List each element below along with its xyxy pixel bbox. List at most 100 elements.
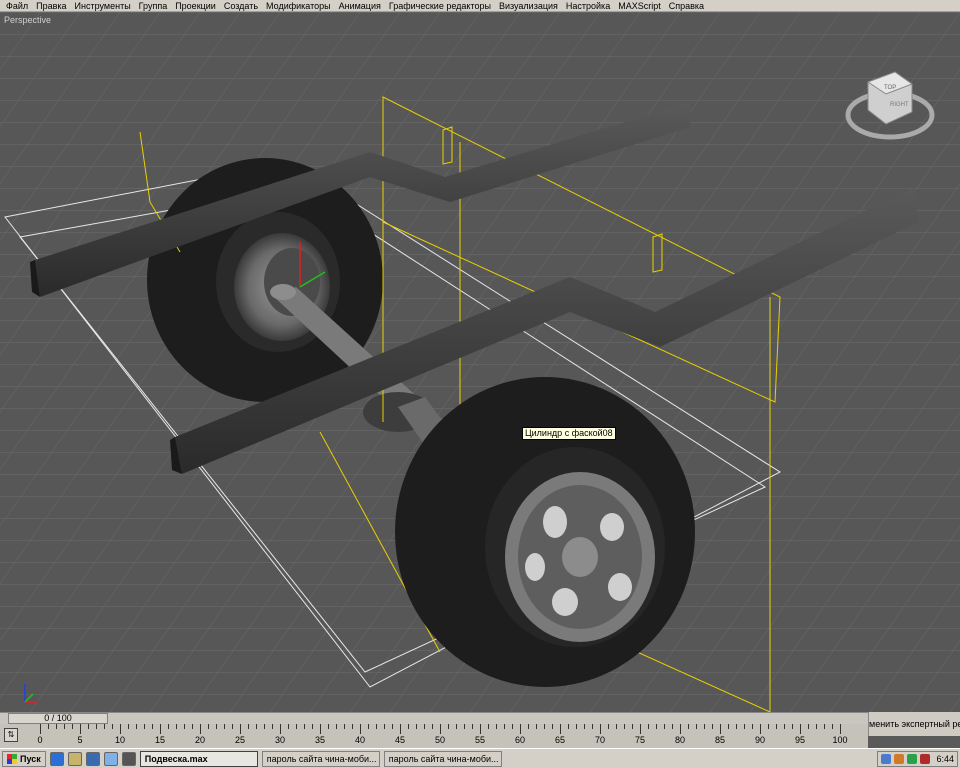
ruler-tick xyxy=(376,724,377,729)
ruler-label: 20 xyxy=(194,735,206,745)
ruler-tick xyxy=(824,724,825,729)
ruler-label: 10 xyxy=(114,735,126,745)
ruler-tick xyxy=(304,724,305,729)
folder-icon[interactable] xyxy=(67,751,82,766)
ruler-tick xyxy=(40,724,41,734)
ruler-label: 95 xyxy=(794,735,806,745)
system-tray: 6:44 xyxy=(877,751,958,767)
ruler-label: 60 xyxy=(514,735,526,745)
desktop-icon[interactable] xyxy=(103,751,118,766)
ruler-tick xyxy=(560,724,561,734)
viewport-label[interactable]: Perspective xyxy=(4,15,51,25)
ruler-tick xyxy=(688,724,689,729)
ie-icon[interactable] xyxy=(49,751,64,766)
ruler-tick xyxy=(568,724,569,729)
save-icon[interactable] xyxy=(85,751,100,766)
menu-item-2[interactable]: Инструменты xyxy=(71,0,135,12)
ruler-tick xyxy=(432,724,433,729)
time-slider[interactable]: 0 / 100 xyxy=(8,713,108,724)
ruler-tick xyxy=(656,724,657,729)
ruler-tick xyxy=(736,724,737,729)
ruler-tick xyxy=(800,724,801,734)
ruler-tick xyxy=(152,724,153,729)
frame-ruler[interactable]: 0 5 10 15 20 25 30 35 40 45 50 55 60 65 70 75 80 85 90 95 10… xyxy=(37,724,868,748)
ruler-tick xyxy=(216,724,217,729)
menu-item-3[interactable]: Группа xyxy=(135,0,172,12)
security-icon[interactable] xyxy=(907,754,918,764)
ruler-tick xyxy=(592,724,593,729)
ruler-tick xyxy=(672,724,673,729)
perspective-viewport[interactable]: Perspective TOP RIGHT Цилиндр с фаской08 xyxy=(0,12,960,712)
ruler-tick xyxy=(488,724,489,729)
ruler-tick xyxy=(648,724,649,729)
menu-item-0[interactable]: Файл xyxy=(2,0,32,12)
ruler-tick xyxy=(320,724,321,734)
ruler-tick xyxy=(368,724,369,729)
ruler-tick xyxy=(240,724,241,734)
ruler-label: 50 xyxy=(434,735,446,745)
ruler-label: 25 xyxy=(234,735,246,745)
menu-item-6[interactable]: Модификаторы xyxy=(262,0,335,12)
ruler-tick xyxy=(792,724,793,729)
menu-item-7[interactable]: Анимация xyxy=(335,0,385,12)
ruler-tick xyxy=(752,724,753,729)
menu-item-8[interactable]: Графические редакторы xyxy=(385,0,495,12)
ruler-tick xyxy=(440,724,441,734)
ruler-tick xyxy=(712,724,713,729)
ruler-tick xyxy=(624,724,625,729)
ruler-tick xyxy=(744,724,745,729)
start-label: Пуск xyxy=(20,753,41,764)
menu-item-4[interactable]: Проекции xyxy=(171,0,220,12)
object-tooltip: Цилиндр с фаской08 xyxy=(522,427,616,440)
ruler-tick xyxy=(88,724,89,729)
ruler-tick xyxy=(464,724,465,729)
track-bar-toggle-icon[interactable]: ⇅ xyxy=(4,728,18,742)
ruler-tick xyxy=(608,724,609,729)
ruler-tick xyxy=(200,724,201,734)
ruler-tick xyxy=(616,724,617,729)
windows-logo-icon xyxy=(7,753,17,764)
front-wheel xyxy=(395,377,695,687)
ruler-tick xyxy=(408,724,409,729)
menu-item-1[interactable]: Правка xyxy=(32,0,70,12)
ruler-tick xyxy=(224,724,225,729)
ruler-label: 55 xyxy=(474,735,486,745)
menu-item-10[interactable]: Настройка xyxy=(562,0,614,12)
ruler-tick xyxy=(232,724,233,729)
ruler-tick xyxy=(248,724,249,729)
ruler-tick xyxy=(48,724,49,729)
ruler-tick xyxy=(160,724,161,734)
ruler-tick xyxy=(312,724,313,729)
time-slider-bar[interactable]: 0 / 100 xyxy=(0,712,960,724)
ruler-tick xyxy=(176,724,177,729)
ruler-label: 70 xyxy=(594,735,606,745)
network-icon[interactable] xyxy=(894,754,905,764)
ruler-tick xyxy=(392,724,393,729)
taskbar-button-1[interactable]: пароль сайта чина-моби... xyxy=(261,750,380,767)
ruler-tick xyxy=(112,724,113,729)
taskbar-button-2[interactable]: пароль сайта чина-моби... xyxy=(383,750,502,767)
menu-item-11[interactable]: MAXScript xyxy=(614,0,665,12)
ruler-tick xyxy=(192,724,193,729)
clock[interactable]: 6:44 xyxy=(936,754,954,764)
antivirus-icon[interactable] xyxy=(920,754,931,764)
taskbar-button-0[interactable]: Подвеска.max xyxy=(139,750,258,767)
language-icon[interactable] xyxy=(881,754,892,764)
menu-item-9[interactable]: Визуализация xyxy=(495,0,562,12)
ruler-tick xyxy=(760,724,761,734)
ruler-tick xyxy=(352,724,353,729)
ruler-label: 90 xyxy=(754,735,766,745)
ruler-label: 100 xyxy=(832,735,848,745)
track-bar[interactable]: ⇅ 0 5 10 15 20 25 30 35 40 45 50 55 60 65 70 75 80 85 90 95… xyxy=(0,724,868,748)
ruler-tick xyxy=(504,724,505,729)
media-icon[interactable] xyxy=(121,751,136,766)
ruler-tick xyxy=(360,724,361,734)
ruler-tick xyxy=(840,724,841,734)
menu-item-5[interactable]: Создать xyxy=(220,0,262,12)
ruler-label: 15 xyxy=(154,735,166,745)
ruler-tick xyxy=(816,724,817,729)
ruler-tick xyxy=(288,724,289,729)
ruler-tick xyxy=(72,724,73,729)
menu-item-12[interactable]: Справка xyxy=(665,0,708,12)
start-button[interactable]: Пуск xyxy=(2,750,46,767)
